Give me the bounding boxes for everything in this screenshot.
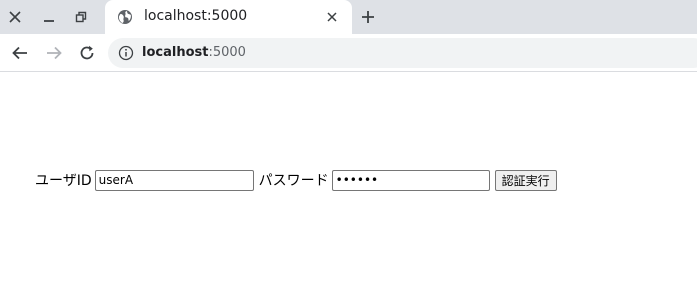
new-tab-button[interactable] [358, 7, 378, 27]
page-content: ユーザID パスワード 認証実行 [0, 72, 697, 288]
address-bar[interactable]: localhost:5000 [108, 38, 697, 68]
info-icon[interactable] [118, 45, 134, 61]
window-restore-button[interactable] [68, 0, 94, 34]
user-id-label: ユーザID [35, 173, 92, 189]
restore-icon [75, 11, 87, 23]
password-input[interactable] [331, 169, 490, 191]
url-host: localhost [142, 45, 209, 60]
browser-tab-strip: localhost:5000 [0, 0, 697, 34]
browser-toolbar: localhost:5000 [0, 34, 697, 72]
user-id-input[interactable] [94, 169, 254, 191]
tab-title: localhost:5000 [144, 8, 248, 24]
close-icon [327, 12, 337, 22]
password-label: パスワード [258, 173, 329, 189]
url-port: :5000 [208, 45, 246, 60]
tab-close-button[interactable] [324, 9, 340, 25]
reload-button[interactable] [77, 43, 97, 63]
back-button[interactable] [10, 43, 30, 63]
forward-button[interactable] [44, 43, 64, 63]
plus-icon [362, 11, 374, 23]
authenticate-button[interactable]: 認証実行 [494, 169, 557, 191]
globe-icon [118, 10, 132, 24]
address-url: localhost:5000 [142, 45, 246, 60]
window-close-button[interactable] [2, 0, 28, 34]
reload-icon [80, 45, 94, 60]
close-icon [9, 11, 21, 23]
minimize-icon [44, 20, 54, 22]
arrow-right-icon [47, 46, 62, 60]
window-minimize-button[interactable] [36, 0, 62, 34]
login-form: ユーザID パスワード 認証実行 [35, 168, 557, 192]
arrow-left-icon [12, 46, 27, 60]
browser-tab-active[interactable]: localhost:5000 [105, 0, 352, 34]
